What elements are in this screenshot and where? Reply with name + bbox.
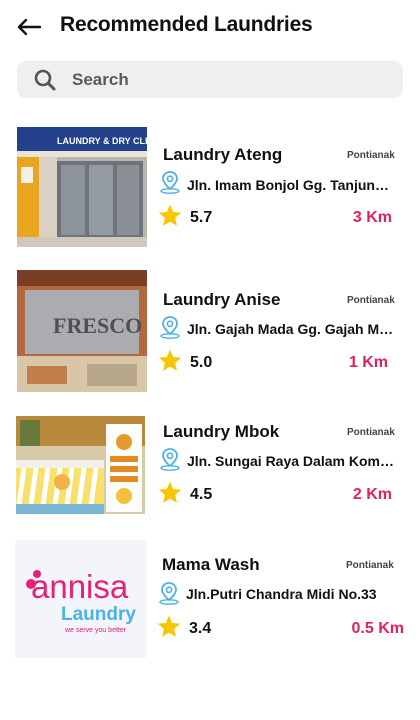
laundry-address: Jln. Gajah Mada Gg. Gajah Mada 2 (187, 321, 397, 337)
laundry-city: Pontianak (346, 560, 394, 571)
star-icon (158, 204, 182, 226)
laundry-rating: 4.5 (190, 486, 213, 503)
search-bar[interactable] (17, 61, 403, 98)
search-icon (34, 69, 56, 91)
laundry-rating: 3.4 (189, 620, 212, 637)
laundry-card-3[interactable]: Laundry Mbok Pontianak Jln. Sungai Raya … (0, 416, 420, 514)
laundry-photo: LAUNDRY & DRY CLEA (17, 127, 147, 247)
laundry-name: Laundry Anise (163, 290, 281, 309)
logo-tagline-text: we serve you better (64, 627, 127, 634)
location-pin-icon (160, 316, 180, 339)
location-pin-icon (160, 171, 180, 194)
star-icon (158, 349, 182, 371)
laundry-distance: 1 Km (348, 354, 388, 371)
laundry-card-2[interactable]: FRESCO Laundry Anise Pontianak Jln. Gaja… (0, 270, 420, 392)
laundry-rating: 5.0 (190, 354, 213, 371)
location-pin-icon (160, 448, 180, 471)
logo-brand-text: annisa (31, 568, 129, 605)
laundry-distance: 2 Km (352, 486, 392, 503)
laundry-city: Pontianak (347, 295, 395, 306)
page-title: Recommended Laundries (60, 13, 313, 36)
laundry-name: Mama Wash (162, 555, 260, 574)
laundry-city: Pontianak (347, 427, 395, 438)
laundry-rating: 5.7 (190, 209, 213, 226)
arrow-left-icon (17, 18, 42, 36)
laundry-name: Laundry Ateng (163, 145, 283, 164)
laundry-photo (16, 416, 145, 514)
laundry-logo: annisa Laundry we serve you better (15, 540, 146, 658)
store-sign-text: LAUNDRY & DRY CLEA (57, 136, 147, 146)
star-icon (158, 481, 182, 503)
laundry-address: Jln. Sungai Raya Dalam Komplek Mitra (187, 453, 397, 469)
laundry-address: Jln.Putri Chandra Midi No.33 (186, 586, 377, 602)
star-icon (157, 615, 181, 637)
laundry-city: Pontianak (347, 150, 395, 161)
laundry-card-1[interactable]: LAUNDRY & DRY CLEA Laundry Ateng Pontian… (0, 127, 420, 247)
laundry-name: Laundry Mbok (163, 422, 280, 441)
laundry-address: Jln. Imam Bonjol Gg. Tanjung Harapan (187, 177, 397, 193)
laundry-card-4[interactable]: annisa Laundry we serve you better Mama … (0, 540, 420, 658)
location-pin-icon (159, 582, 179, 605)
logo-sub-text: Laundry (61, 604, 136, 625)
laundry-photo: FRESCO (17, 270, 147, 392)
back-button[interactable] (14, 12, 44, 42)
app-header: Recommended Laundries (0, 0, 420, 56)
search-input[interactable] (72, 61, 392, 98)
store-sign-text: FRESCO (53, 313, 142, 338)
laundry-distance: 0.5 Km (351, 620, 404, 637)
laundry-distance: 3 Km (352, 209, 392, 226)
